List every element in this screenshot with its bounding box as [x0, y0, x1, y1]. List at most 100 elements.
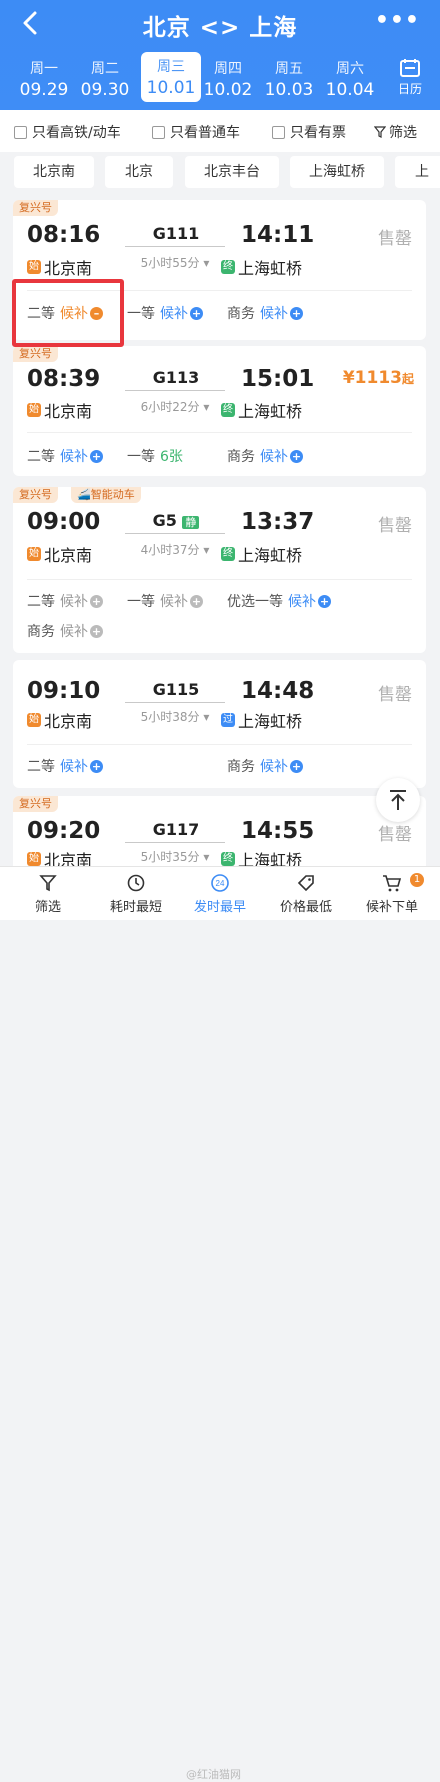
waitlist-order-button[interactable]: 1 候补下单: [348, 873, 436, 915]
seat-name: 商务: [227, 449, 255, 465]
filter-gaotie-checkbox[interactable]: 只看高铁/动车: [14, 123, 121, 141]
bottom-filter-button[interactable]: 筛选: [4, 873, 92, 915]
seat-second-class[interactable]: 二等 候补 +: [27, 756, 103, 776]
station-chip[interactable]: 北京南: [14, 156, 94, 188]
seat-value: 候补: [288, 594, 316, 610]
date-tab-selected[interactable]: 周三 10.01: [141, 52, 201, 102]
train-card[interactable]: 复兴号 🚄智能动车 09:00 G5 静 4小时37分 ▾ 13:37 售罄 始…: [13, 487, 426, 653]
station-chip[interactable]: 北京: [105, 156, 173, 188]
from-station-name: 北京南: [44, 546, 93, 565]
duration: 5小时55分 ▾: [140, 256, 210, 270]
weekday-label: 周一: [30, 61, 58, 77]
pass-icon: 过: [221, 713, 235, 727]
seat-premium-first[interactable]: 优选一等 候补 +: [227, 591, 331, 611]
seat-business[interactable]: 商务 候补 +: [227, 446, 303, 466]
date-tab[interactable]: 周二 09.30: [75, 54, 135, 100]
sort-earliest-label: 发时最早: [193, 900, 246, 915]
train-card[interactable]: 复兴号 08:39 G113 6小时22分 ▾ 15:01 ¥1113起 始北京…: [13, 346, 426, 476]
departure-time: 09:20: [27, 818, 101, 844]
start-icon: 始: [27, 547, 41, 561]
date-label: 09.29: [19, 80, 69, 100]
station-chip[interactable]: 北京丰台: [185, 156, 279, 188]
price-tag-icon: [297, 875, 314, 892]
checkbox-icon: [14, 125, 27, 139]
more-icon[interactable]: •••: [375, 8, 420, 33]
train-card[interactable]: 09:10 G115 5小时38分 ▾ 14:48 售罄 始北京南 过上海虹桥 …: [13, 660, 426, 788]
seat-first-class[interactable]: 一等 6张: [127, 446, 183, 466]
filter-label: 只看有票: [290, 125, 346, 141]
from-station-name: 北京南: [44, 712, 93, 731]
cart-icon: [383, 875, 402, 892]
plus-circle-icon: +: [290, 759, 303, 773]
sort-shortest-button[interactable]: 耗时最短: [92, 873, 180, 915]
from-station: 始北京南: [27, 708, 92, 732]
seat-second-class[interactable]: 二等 候补 +: [27, 446, 103, 466]
departure-time: 08:39: [27, 366, 101, 392]
to-station-name: 上海虹桥: [238, 259, 303, 278]
fuxing-tag: 复兴号: [13, 200, 58, 216]
seat-business[interactable]: 商务 候补 +: [27, 621, 103, 641]
seat-value: 候补: [60, 594, 88, 610]
seat-first-class[interactable]: 一等 候补 +: [127, 303, 203, 323]
plus-circle-icon: +: [190, 306, 203, 320]
filter-putong-checkbox[interactable]: 只看普通车: [152, 123, 240, 141]
start-icon: 始: [27, 403, 41, 417]
train-card[interactable]: 复兴号 09:20 G117 5小时35分 ▾ 14:55 售罄 始北京南 终上…: [13, 796, 426, 870]
scroll-to-top-button[interactable]: [376, 778, 420, 822]
filter-youpiao-checkbox[interactable]: 只看有票: [272, 123, 346, 141]
seat-value: 候补: [260, 759, 288, 775]
duration: 5小时38分 ▾: [140, 710, 210, 724]
clock-24-text: 24: [216, 879, 225, 888]
to-station: 终上海虹桥: [221, 398, 302, 422]
seat-value: 候补: [260, 449, 288, 465]
plus-circle-icon: +: [290, 306, 303, 320]
end-icon: 终: [221, 260, 235, 274]
start-icon: 始: [27, 713, 41, 727]
seat-business[interactable]: 商务 候补 +: [227, 756, 303, 776]
duration: 5小时35分 ▾: [140, 850, 210, 864]
departure-time: 08:16: [27, 222, 101, 248]
divider: [27, 579, 412, 580]
seat-second-class[interactable]: 二等 候补 +: [27, 591, 103, 611]
header: 北京 <> 上海 ••• 周一 09.29 周二 09.30 周三 10.01 周四 1…: [0, 0, 440, 110]
route-line: [125, 390, 225, 391]
date-tab[interactable]: 周五 10.03: [259, 54, 319, 100]
date-tab[interactable]: 周四 10.02: [198, 54, 258, 100]
duration-text: 6小时22分: [140, 400, 200, 414]
route-line: [125, 842, 225, 843]
calendar-button[interactable]: 日历: [394, 58, 426, 97]
seat-business[interactable]: 商务 候补 +: [227, 303, 303, 323]
smart-train-tag: 🚄智能动车: [71, 487, 141, 503]
sold-out-label: 售罄: [378, 825, 412, 845]
arrival-time: 15:01: [241, 366, 315, 392]
seat-value: 候补: [60, 449, 88, 465]
sort-earliest-button[interactable]: 24 发时最早: [176, 873, 264, 915]
sort-shortest-label: 耗时最短: [109, 900, 162, 915]
arrival-time: 14:48: [241, 678, 315, 704]
seat-value: 候补: [260, 306, 288, 322]
sort-cheapest-label: 价格最低: [279, 900, 332, 915]
station-chip[interactable]: 上: [395, 156, 440, 188]
date-tab[interactable]: 周六 10.04: [320, 54, 380, 100]
sort-cheapest-button[interactable]: 价格最低: [262, 873, 350, 915]
seat-name: 一等: [127, 449, 155, 465]
seat-first-class[interactable]: 一等 候补 +: [127, 591, 203, 611]
station-chip[interactable]: 上海虹桥: [290, 156, 384, 188]
seat-name: 二等: [27, 594, 55, 610]
plus-circle-icon: +: [90, 624, 103, 638]
waitlist-label: 候补下单: [365, 900, 418, 915]
watermark: @红油猫网: [186, 1768, 241, 1781]
start-icon: 始: [27, 260, 41, 274]
date-tab[interactable]: 周一 09.29: [14, 54, 74, 100]
to-station: 过上海虹桥: [221, 708, 302, 732]
train-number: G115: [152, 680, 200, 699]
plus-circle-icon: +: [190, 594, 203, 608]
seat-name: 商务: [27, 624, 55, 640]
weekday-label: 周五: [275, 61, 303, 77]
train-number: G5 静: [131, 511, 221, 530]
weekday-label: 周六: [336, 61, 364, 77]
train-number: G113: [152, 368, 200, 387]
screen-button[interactable]: 筛选: [374, 123, 417, 141]
divider: [27, 432, 412, 433]
train-number: G111: [152, 224, 200, 243]
